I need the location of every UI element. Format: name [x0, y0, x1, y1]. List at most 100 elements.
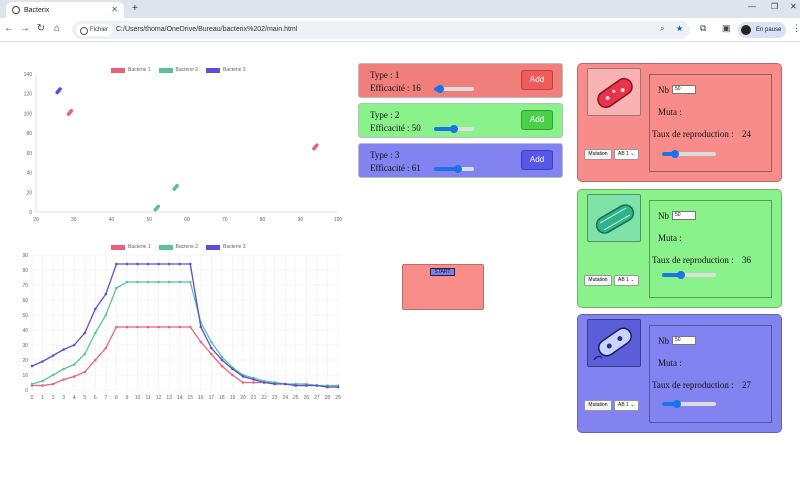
data-point[interactable] [167, 325, 171, 329]
antibiotic-select[interactable]: AB 1 ⌄ [614, 149, 639, 160]
side-panel-icon[interactable]: ▣ [722, 23, 731, 34]
efficacite-slider[interactable] [434, 125, 474, 133]
data-point[interactable] [188, 325, 192, 329]
tab-bacterix[interactable]: Bacterix ✕ [6, 2, 124, 18]
data-point[interactable] [51, 382, 55, 386]
data-point[interactable] [51, 354, 55, 357]
data-point[interactable] [188, 262, 192, 266]
data-point[interactable] [104, 292, 108, 296]
data-point[interactable] [241, 381, 245, 384]
data-point[interactable] [231, 373, 234, 377]
taux-slider[interactable] [662, 400, 716, 408]
data-point[interactable] [146, 325, 150, 329]
data-point[interactable] [231, 367, 234, 371]
data-point[interactable] [136, 325, 139, 329]
mutation-button[interactable]: Mutation [584, 149, 612, 160]
data-point[interactable] [136, 280, 139, 284]
data-point[interactable] [294, 384, 298, 387]
data-point[interactable] [30, 382, 34, 386]
profile-button[interactable]: En pause [738, 22, 786, 38]
data-point[interactable] [172, 183, 180, 191]
minimize-icon[interactable]: — [748, 2, 756, 11]
data-point[interactable] [210, 352, 213, 356]
add-button[interactable]: Add [521, 70, 553, 90]
data-point[interactable] [178, 325, 182, 329]
home-icon[interactable]: ⌂ [51, 23, 63, 34]
legend-item-1[interactable]: Bacterie 1 [111, 67, 151, 73]
data-point[interactable] [315, 384, 319, 387]
data-point[interactable] [83, 331, 87, 335]
menu-icon[interactable]: ⋮ [792, 23, 800, 34]
start-button[interactable]: START [430, 268, 455, 276]
data-point[interactable] [55, 87, 63, 95]
forward-icon[interactable]: → [19, 23, 31, 34]
data-point[interactable] [41, 360, 44, 363]
data-point[interactable] [153, 204, 161, 212]
data-point[interactable] [41, 384, 44, 387]
data-point[interactable] [94, 358, 97, 362]
legend-item-3[interactable]: Bacterie 3 [206, 244, 246, 250]
data-point[interactable] [115, 262, 118, 266]
data-point[interactable] [283, 382, 287, 386]
mutation-button[interactable]: Mutation [584, 275, 612, 286]
data-point[interactable] [62, 348, 65, 351]
back-icon[interactable]: ← [3, 23, 15, 34]
data-point[interactable] [199, 325, 203, 329]
data-point[interactable] [210, 340, 213, 344]
data-point[interactable] [104, 313, 108, 317]
data-point[interactable] [252, 381, 255, 384]
nb-input[interactable]: 50 [672, 85, 696, 94]
data-point[interactable] [199, 340, 203, 344]
data-point[interactable] [94, 307, 97, 311]
add-button[interactable]: Add [521, 110, 553, 130]
data-point[interactable] [210, 346, 213, 350]
data-point[interactable] [311, 143, 319, 151]
close-window-icon[interactable]: ✕ [790, 2, 797, 11]
antibiotic-select[interactable]: AB 1 ⌄ [614, 275, 639, 286]
data-point[interactable] [51, 373, 55, 377]
data-point[interactable] [220, 358, 224, 362]
data-point[interactable] [146, 262, 150, 266]
data-point[interactable] [220, 355, 224, 359]
data-point[interactable] [41, 379, 44, 383]
data-point[interactable] [125, 325, 129, 329]
data-point[interactable] [305, 384, 308, 387]
data-point[interactable] [104, 346, 108, 350]
data-point[interactable] [83, 370, 87, 374]
data-point[interactable] [62, 378, 65, 381]
data-point[interactable] [262, 381, 266, 384]
data-point[interactable] [178, 262, 182, 266]
new-tab-button[interactable]: + [132, 3, 138, 14]
data-point[interactable] [167, 262, 171, 266]
legend-item-3[interactable]: Bacterie 3 [206, 67, 246, 73]
data-point[interactable] [146, 280, 150, 284]
data-point[interactable] [336, 385, 340, 389]
star-icon[interactable]: ★ [676, 24, 683, 33]
data-point[interactable] [252, 378, 255, 381]
data-point[interactable] [83, 352, 87, 356]
zoom-icon[interactable]: ⌕ [660, 24, 664, 34]
nb-input[interactable]: 50 [672, 336, 696, 345]
data-point[interactable] [94, 331, 97, 335]
add-button[interactable]: Add [521, 150, 553, 170]
close-tab-icon[interactable]: ✕ [111, 5, 118, 14]
data-point[interactable] [125, 280, 129, 284]
legend-item-2[interactable]: Bacterie 2 [158, 244, 198, 250]
efficacite-slider[interactable] [434, 165, 474, 173]
data-point[interactable] [157, 325, 160, 329]
data-point[interactable] [188, 280, 192, 284]
taux-slider[interactable] [662, 271, 716, 279]
url-text[interactable]: C:/Users/thoma/OneDrive/Bureau/bacterix%… [116, 24, 297, 36]
reload-icon[interactable]: ↻ [35, 23, 47, 34]
legend-item-1[interactable]: Bacterie 1 [111, 244, 151, 250]
efficacite-slider[interactable] [434, 85, 474, 93]
data-point[interactable] [72, 363, 76, 366]
data-point[interactable] [30, 364, 34, 368]
legend-item-2[interactable]: Bacterie 2 [158, 67, 198, 73]
data-point[interactable] [136, 262, 139, 266]
nb-input[interactable]: 50 [672, 211, 696, 220]
restore-icon[interactable]: ❐ [771, 2, 778, 11]
data-point[interactable] [62, 367, 65, 371]
file-chip[interactable]: Fichier [76, 24, 113, 36]
data-point[interactable] [157, 280, 160, 284]
